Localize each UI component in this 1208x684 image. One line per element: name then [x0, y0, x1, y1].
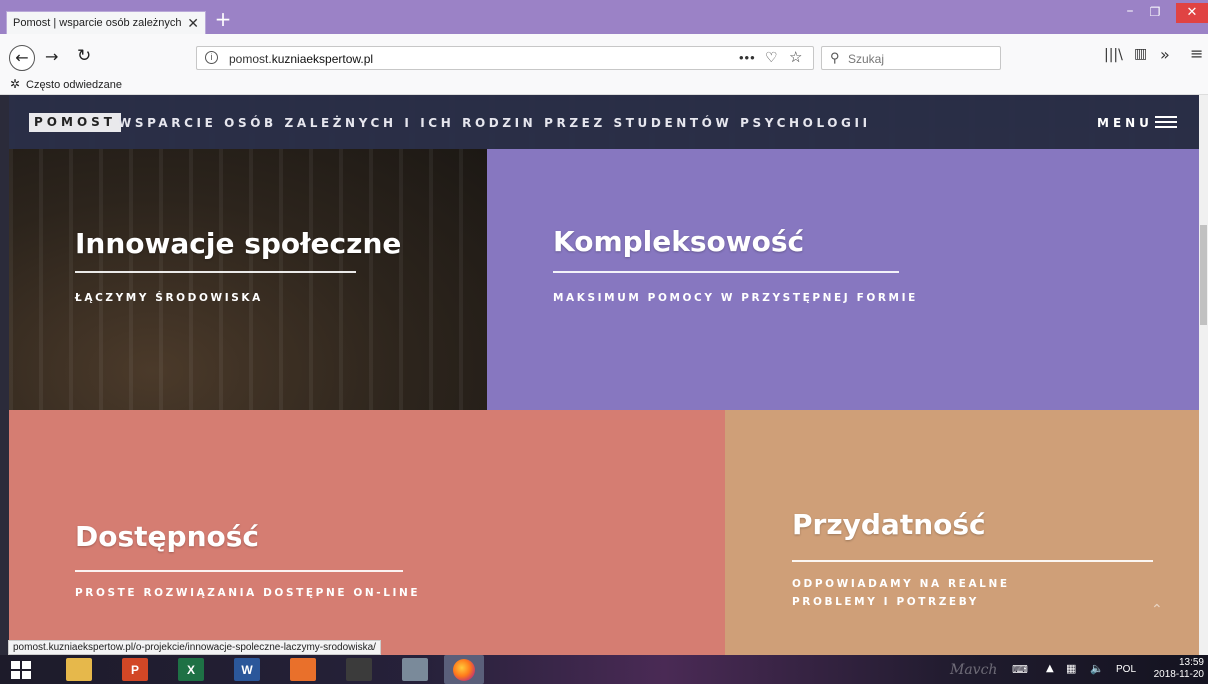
tile-subtitle: ODPOWIADAMY NA REALNE PROBLEMY I POTRZEB…: [792, 578, 1010, 608]
tile-kompleksowosc[interactable]: Kompleksowość MAKSIMUM POMOCY W PRZYSTĘP…: [487, 149, 1208, 410]
powerpoint-icon[interactable]: P: [122, 658, 148, 681]
page-scrollbar[interactable]: [1199, 95, 1208, 655]
desktop-signature-watermark: Mavch: [950, 662, 998, 678]
word-icon[interactable]: W: [234, 658, 260, 681]
tile-divider: [75, 570, 403, 572]
scrollbar-thumb[interactable]: [1200, 225, 1207, 325]
new-tab-button[interactable]: +: [213, 9, 233, 29]
browser-tab-active[interactable]: Pomost | wsparcie osób zależnych i ✕: [6, 11, 206, 34]
page-actions-icon[interactable]: •••: [739, 50, 756, 65]
navigation-toolbar: ← → ↻ i pomost.kuzniaekspertow.pl ••• ♡ …: [0, 34, 1208, 76]
bookmark-star-icon[interactable]: ☆: [789, 48, 802, 66]
search-icon: ⚲: [830, 50, 840, 65]
tile-title: Dostępność: [75, 520, 259, 553]
firefox-icon[interactable]: [444, 655, 484, 684]
file-explorer-icon[interactable]: [66, 658, 92, 681]
sidebar-icon[interactable]: ▥: [1134, 46, 1147, 62]
forward-arrow-icon[interactable]: →: [45, 47, 58, 66]
scroll-to-top-icon[interactable]: ⌃: [1151, 602, 1163, 618]
tile-divider: [553, 271, 899, 273]
pocket-icon[interactable]: ♡: [765, 49, 778, 66]
calculator-icon[interactable]: [402, 658, 428, 681]
reload-icon[interactable]: ↻: [77, 46, 91, 66]
hamburger-icon[interactable]: [1155, 116, 1177, 128]
tile-subtitle: PROSTE ROZWIĄZANIA DOSTĘPNE ON-LINE: [75, 587, 421, 599]
volume-icon[interactable]: 🔈: [1090, 662, 1104, 675]
input-language[interactable]: POL: [1116, 664, 1136, 675]
game-controller-icon[interactable]: [346, 658, 372, 681]
web-page: POMOST WSPARCIE OSÓB ZALEŻNYCH I ICH ROD…: [9, 95, 1208, 655]
windows-start-icon[interactable]: [8, 658, 34, 681]
site-logo[interactable]: POMOST: [29, 113, 121, 132]
tile-divider: [75, 271, 356, 273]
tile-title: Innowacje społeczne: [75, 227, 402, 260]
search-placeholder: Szukaj: [848, 52, 885, 66]
window-close-icon[interactable]: ✕: [1176, 3, 1208, 23]
tab-bar: Pomost | wsparcie osób zależnych i ✕ + –…: [0, 0, 1208, 34]
browser-menu-icon[interactable]: ≡: [1190, 44, 1203, 63]
acrobat-icon[interactable]: [290, 658, 316, 681]
tile-innowacje[interactable]: Innowacje społeczne ŁĄCZYMY ŚRODOWISKA: [9, 149, 487, 410]
tile-divider: [792, 560, 1153, 562]
tab-title: Pomost | wsparcie osób zależnych i: [13, 17, 184, 29]
tile-title: Kompleksowość: [553, 225, 805, 258]
overflow-chevron-icon[interactable]: »: [1160, 45, 1170, 64]
window-minimize-icon[interactable]: –: [1122, 4, 1138, 20]
clock-time: 13:59: [1178, 657, 1204, 668]
excel-icon[interactable]: X: [178, 658, 204, 681]
windows-taskbar: P X W Mavch ⌨ ▲ ▦ 🔈 POL 13:59 2018-11-20: [0, 655, 1208, 684]
site-info-icon[interactable]: i: [205, 51, 218, 64]
bookmarks-toolbar: ✲ Często odwiedzane: [0, 76, 1208, 95]
tray-expand-icon[interactable]: ▲: [1046, 663, 1054, 674]
url-text[interactable]: pomost.kuzniaekspertow.pl: [229, 52, 373, 66]
window-restore-icon[interactable]: ❐: [1148, 5, 1162, 19]
tile-dostepnosc[interactable]: Dostępność PROSTE ROZWIĄZANIA DOSTĘPNE O…: [9, 410, 725, 655]
keyboard-icon[interactable]: ⌨: [1012, 663, 1028, 676]
site-header: POMOST WSPARCIE OSÓB ZALEŻNYCH I ICH ROD…: [9, 95, 1208, 149]
status-link-preview: pomost.kuzniaekspertow.pl/o-projekcie/in…: [8, 640, 381, 655]
tile-title: Przydatność: [792, 508, 986, 541]
gear-icon: ✲: [10, 77, 21, 91]
menu-button[interactable]: MENU: [1097, 116, 1153, 130]
tile-subtitle: MAKSIMUM POMOCY W PRZYSTĘPNEJ FORMIE: [553, 292, 918, 304]
back-arrow-icon[interactable]: ←: [9, 45, 35, 71]
url-host: kuzniaekspertow.pl: [271, 52, 374, 66]
clock-date: 2018-11-20: [1153, 669, 1204, 680]
network-icon[interactable]: ▦: [1066, 662, 1076, 675]
tile-przydatnosc[interactable]: Przydatność ODPOWIADAMY NA REALNE PROBLE…: [725, 410, 1208, 655]
bookmark-most-visited[interactable]: Często odwiedzane: [26, 79, 122, 91]
tab-close-icon[interactable]: ✕: [187, 15, 199, 32]
system-clock[interactable]: 13:59 2018-11-20: [1152, 657, 1204, 681]
search-input[interactable]: ⚲ Szukaj: [821, 46, 1001, 70]
url-prefix: pomost.: [229, 52, 272, 66]
site-tagline: WSPARCIE OSÓB ZALEŻNYCH I ICH RODZIN PRZ…: [118, 116, 871, 130]
firefox-logo: [453, 658, 475, 681]
library-icon[interactable]: |||\: [1104, 47, 1123, 63]
tile-subtitle: ŁĄCZYMY ŚRODOWISKA: [75, 292, 263, 304]
address-bar[interactable]: i pomost.kuzniaekspertow.pl ••• ♡ ☆: [196, 46, 814, 70]
